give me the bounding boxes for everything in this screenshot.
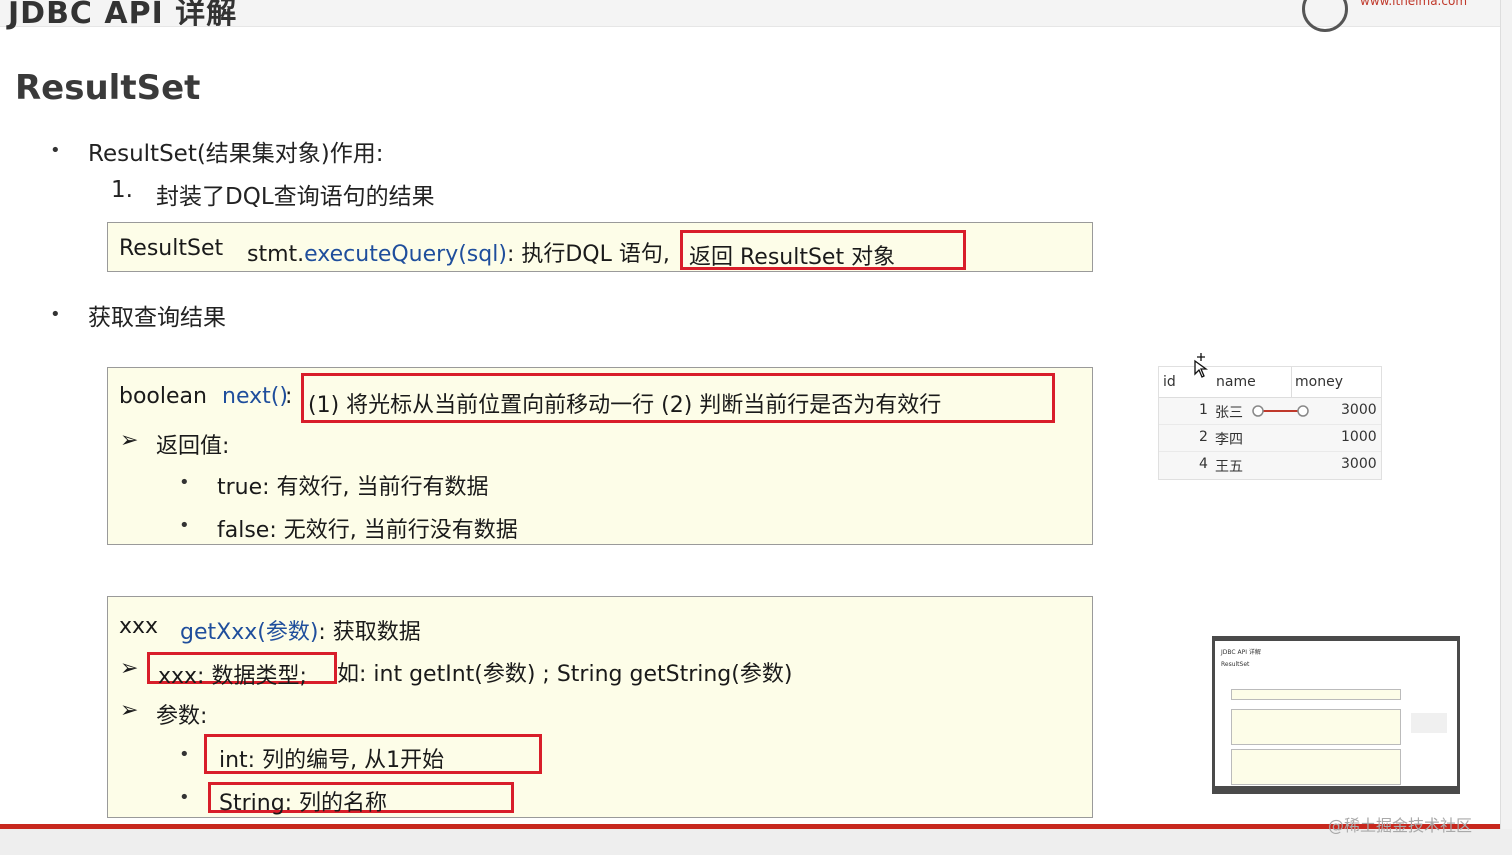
cursor-pointer-arrow-icon [1252, 405, 1309, 417]
list-item-text: 封装了DQL查询语句的结果 [156, 184, 435, 210]
highlight-text: (1) 将光标从当前位置向前移动一行 (2) 判断当前行是否为有效行 [308, 393, 942, 418]
bullet-dot-icon: • [179, 787, 190, 808]
thumbnail-title: JDBC API 详解 [1221, 649, 1261, 656]
site-url: www.itheima.com [1360, 0, 1468, 8]
method-call: getXxx(参数) [180, 620, 319, 645]
thumbnail-box [1231, 689, 1401, 700]
highlight-box: (1) 将光标从当前位置向前移动一行 (2) 判断当前行是否为有效行 [301, 373, 1055, 423]
type-text: xxx [119, 614, 159, 639]
type-text: boolean [119, 384, 207, 409]
arrow-icon: ➢ [120, 698, 139, 723]
thumbnail-table [1411, 713, 1447, 733]
method-object: stmt. [247, 242, 305, 267]
method-desc: : 获取数据 [318, 620, 421, 645]
cell-money: 3000 [1341, 402, 1377, 418]
sub-item: int: 列的编号, 从1开始 [219, 748, 445, 773]
mouse-cursor-icon [1194, 353, 1208, 378]
logo-icon [1302, 0, 1348, 32]
code-box-getxxx: xxx getXxx(参数): 获取数据 ➢ xxx: 数据类型; 如: int… [107, 596, 1093, 818]
watermark: @稀土掘金技术社区 [1328, 816, 1473, 835]
highlight-box: int: 列的编号, 从1开始 [204, 734, 542, 774]
sub-item: false: 无效行, 当前行没有数据 [217, 518, 518, 543]
bullet-get-results: 获取查询结果 [88, 305, 226, 331]
colon: : [285, 384, 293, 409]
thumbnail-heading: ResultSet [1221, 661, 1250, 668]
table-row: 2 李四 1000 [1159, 424, 1381, 452]
page-title: ResultSet [15, 68, 201, 108]
param-label: 参数: [156, 704, 208, 729]
arrow-icon: ➢ [120, 656, 139, 681]
slide-title: JDBC API 详解 [8, 0, 238, 31]
bullet-dot-icon: • [50, 140, 61, 161]
cell-name: 王五 [1215, 459, 1243, 475]
code-box-executequery: ResultSet stmt.executeQuery(sql): 执行DQL … [107, 222, 1093, 272]
cell-id: 1 [1199, 402, 1208, 418]
highlight-box: xxx: 数据类型; [147, 652, 337, 689]
bullet-dot-icon: • [179, 472, 190, 493]
thumbnail-box [1231, 709, 1401, 745]
slide-thumbnail-preview[interactable]: JDBC API 详解 ResultSet [1212, 636, 1460, 794]
thumbnail-slide: JDBC API 详解 ResultSet [1215, 641, 1457, 786]
list-number: 1. [111, 177, 133, 203]
bullet-dot-icon: • [50, 304, 61, 325]
type-text: ResultSet [119, 236, 224, 261]
method-call: next() [222, 384, 288, 409]
thumbnail-box [1231, 749, 1401, 785]
column-header: id [1163, 374, 1176, 390]
highlight-box: 返回 ResultSet 对象 [680, 230, 966, 270]
cell-id: 4 [1199, 456, 1208, 472]
highlight-box: String: 列的名称 [208, 782, 514, 816]
arrow-icon: ➢ [120, 428, 139, 453]
cell-money: 3000 [1341, 456, 1377, 472]
method-call: executeQuery(sql) [304, 242, 507, 267]
return-label: 返回值: [156, 434, 230, 459]
method-line: stmt.executeQuery(sql): 执行DQL 语句, [247, 236, 670, 268]
sub-item: true: 有效行, 当前行有数据 [217, 475, 489, 500]
result-table: id name money 1 张三 3000 2 李四 1000 4 王五 3… [1158, 366, 1382, 480]
cell-id: 2 [1199, 429, 1208, 445]
highlight-text: 返回 ResultSet 对象 [689, 245, 896, 270]
bullet-dot-icon: • [179, 515, 190, 536]
method-desc: : 执行DQL 语句, [506, 242, 670, 267]
cell-name: 张三 [1215, 405, 1243, 421]
table-row: 4 王五 3000 [1159, 451, 1381, 478]
code-box-next: boolean next() : (1) 将光标从当前位置向前移动一行 (2) … [107, 367, 1093, 545]
bullet-resultset-purpose: ResultSet(结果集对象)作用: [88, 141, 384, 167]
method-line: getXxx(参数): 获取数据 [180, 614, 421, 646]
slide-header-bar: JDBC API 详解 www.itheima.com [0, 0, 1500, 32]
sub-item: String: 列的名称 [219, 791, 388, 816]
window-right-edge [1500, 0, 1512, 855]
column-header: money [1295, 374, 1343, 390]
bottom-strip [0, 829, 1512, 855]
cell-money: 1000 [1341, 429, 1377, 445]
column-header: name [1216, 374, 1256, 390]
example-text: 如: int getInt(参数) ; String getString(参数) [337, 662, 793, 687]
bullet-dot-icon: • [179, 744, 190, 765]
highlight-text: xxx: 数据类型; [158, 664, 307, 689]
cell-name: 李四 [1215, 432, 1243, 448]
column-divider [1291, 367, 1292, 397]
